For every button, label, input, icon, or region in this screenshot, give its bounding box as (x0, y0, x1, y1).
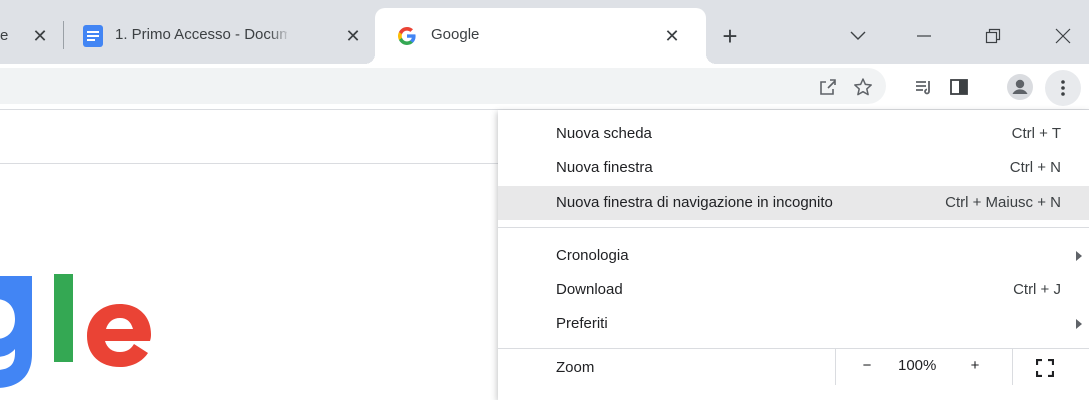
menu-item-label: Preferiti (556, 315, 608, 332)
menu-separator (498, 348, 1089, 349)
menu-item-label: Cronologia (556, 247, 629, 264)
menu-item-shortcut: Ctrl + J (1013, 281, 1061, 298)
tab-google-active[interactable]: Google ✕ (365, 8, 716, 64)
share-button[interactable] (815, 74, 841, 100)
toolbar (0, 64, 1089, 109)
tab-close-button[interactable]: ✕ (28, 22, 52, 50)
address-bar[interactable] (0, 68, 886, 104)
zoom-divider (1012, 349, 1013, 385)
share-icon (820, 79, 836, 95)
plus-icon: + (970, 357, 980, 374)
close-icon (1055, 28, 1071, 44)
submenu-arrow-icon (1076, 251, 1082, 261)
menu-item-label: Nuova finestra (556, 159, 653, 176)
close-icon: ✕ (32, 25, 48, 46)
minus-icon: − (862, 357, 872, 374)
menu-item-history[interactable]: Cronologia (498, 239, 1089, 273)
tab-title: Google (431, 26, 480, 43)
menu-item-label: Nuova scheda (556, 125, 652, 142)
plus-icon: + (722, 20, 738, 51)
minimize-button[interactable] (906, 18, 942, 54)
tab-title-fade (269, 24, 291, 46)
restore-button[interactable] (975, 18, 1011, 54)
menu-separator (498, 227, 1089, 228)
tab-search-button[interactable] (840, 18, 876, 54)
page-divider (0, 163, 498, 164)
zoom-divider (835, 349, 836, 385)
menu-item-new-incognito-window[interactable]: Nuova finestra di navigazione in incogni… (498, 186, 1089, 220)
menu-item-label: Download (556, 281, 623, 298)
fullscreen-icon (1036, 359, 1054, 377)
google-g-icon (398, 27, 416, 45)
restore-icon (985, 28, 1001, 44)
reading-list-icon (916, 81, 930, 95)
minimize-icon (917, 35, 931, 37)
profile-button[interactable] (1005, 72, 1035, 102)
reading-list-button[interactable] (911, 74, 937, 100)
zoom-label: Zoom (556, 359, 595, 376)
fullscreen-button[interactable] (1033, 357, 1057, 379)
chevron-down-icon (850, 31, 866, 40)
tab-partial[interactable]: e ✕ (0, 18, 62, 54)
chrome-menu-button[interactable] (1045, 70, 1081, 106)
side-panel-button[interactable] (946, 74, 972, 100)
bookmark-star-button[interactable] (850, 74, 876, 100)
menu-item-label: Nuova finestra di navigazione in incogni… (556, 194, 833, 211)
close-icon: ✕ (664, 25, 680, 46)
zoom-level: 100% (898, 357, 937, 374)
close-window-button[interactable] (1045, 18, 1081, 54)
tab-close-button[interactable]: ✕ (659, 22, 685, 50)
profile-icon (1007, 74, 1033, 100)
menu-item-new-window[interactable]: Nuova finestra Ctrl + N (498, 151, 1089, 185)
side-panel-icon (950, 79, 968, 95)
tab-close-button[interactable]: ✕ (340, 22, 366, 50)
menu-item-shortcut: Ctrl + N (1009, 159, 1061, 176)
submenu-arrow-icon (1076, 319, 1082, 329)
tab-title: 1. Primo Accesso - Documenti Google (115, 26, 287, 43)
star-icon (854, 78, 872, 96)
new-tab-button[interactable]: + (712, 18, 748, 54)
chrome-menu: Nuova scheda Ctrl + T Nuova finestra Ctr… (498, 110, 1089, 400)
tab-docs[interactable]: 1. Primo Accesso - Documenti Google ✕ (64, 8, 370, 64)
tab-partial-fade: e (0, 27, 9, 44)
menu-item-shortcut: Ctrl + T (1011, 125, 1061, 142)
google-logo (0, 252, 160, 400)
google-logo-partial (0, 274, 151, 388)
menu-item-bookmarks[interactable]: Preferiti (498, 307, 1089, 341)
menu-item-new-tab[interactable]: Nuova scheda Ctrl + T (498, 117, 1089, 151)
tab-strip: e ✕ 1. Primo Accesso - Documenti Google … (0, 0, 1089, 64)
zoom-out-button[interactable]: − (854, 357, 880, 374)
kebab-menu-icon (1061, 80, 1065, 96)
docs-icon (83, 25, 103, 47)
menu-item-shortcut: Ctrl + Maiusc + N (945, 194, 1061, 211)
zoom-in-button[interactable]: + (964, 357, 986, 374)
close-icon: ✕ (345, 25, 361, 46)
menu-item-downloads[interactable]: Download Ctrl + J (498, 273, 1089, 307)
